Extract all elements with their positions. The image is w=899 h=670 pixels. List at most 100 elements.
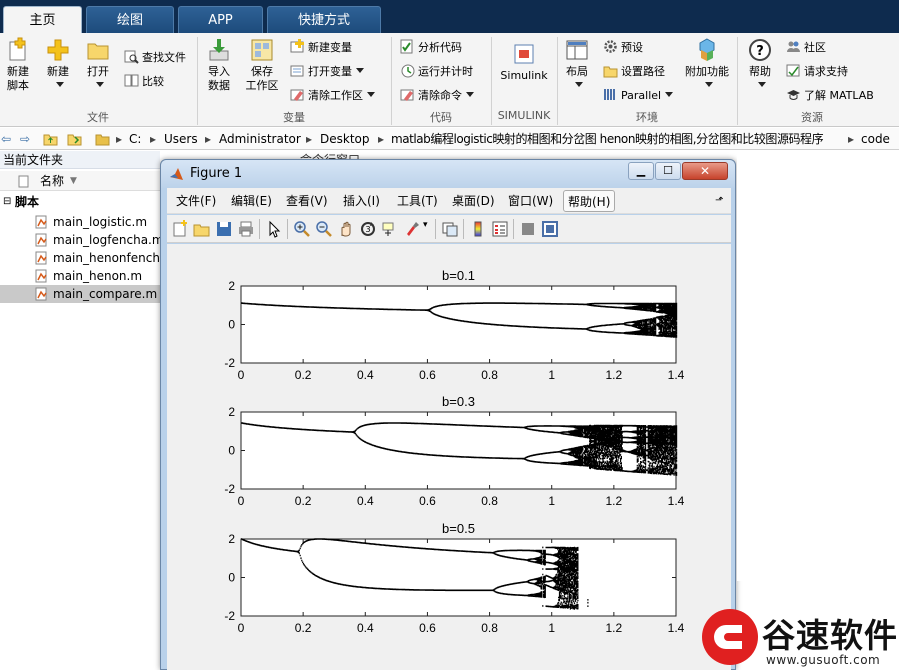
subplots[interactable]: b=0.10 0.2 0.4 0.6 0.8 1 1.2 1.420-2b=0.30 0.2 0.… <box>167 244 731 670</box>
forward-arrow-icon[interactable]: ⇨ <box>20 128 30 150</box>
set-path-button[interactable]: 设置路径 <box>603 62 665 82</box>
address-bar: ⇦ ⇨ ▸ C: ▸ Users ▸ Administrator ▸ Deskt… <box>0 128 899 150</box>
list-item-selected[interactable]: main_compare.m <box>0 285 160 303</box>
clear-workspace-label: 清除工作区 <box>308 89 363 102</box>
menu-view[interactable]: 查看(V) <box>286 190 328 212</box>
list-item[interactable]: main_logistic.m <box>0 213 160 231</box>
clear-commands-button[interactable]: 清除命令 <box>400 86 474 106</box>
breadcrumb-users[interactable]: Users <box>164 128 198 150</box>
import-data-button[interactable]: 导入 数据 <box>203 37 235 93</box>
list-item[interactable]: main_logfencha.m <box>0 231 160 249</box>
new-variable-icon <box>290 39 304 53</box>
x-tick-label: 0.6 <box>419 494 436 508</box>
tab-home[interactable]: 主页 <box>3 6 82 33</box>
menu-tools[interactable]: 工具(T) <box>397 190 438 212</box>
simulink-button[interactable]: Simulink <box>497 41 551 83</box>
menu-edit[interactable]: 编辑(E) <box>231 190 272 212</box>
command-window-area[interactable] <box>737 151 899 581</box>
open-button[interactable]: 打开 <box>83 37 113 93</box>
menu-insert[interactable]: 插入(I) <box>343 190 380 212</box>
breadcrumb-drive[interactable]: C: <box>129 128 141 150</box>
open-variable-button[interactable]: 打开变量 <box>290 62 364 82</box>
breadcrumb-desktop[interactable]: Desktop <box>320 128 370 150</box>
figure-canvas[interactable]: b=0.1 0 0.2 0.4 0.6 0.8 1 1.2 1.4 2 0 -2 b=0.3 0 0.2 0.… <box>167 244 731 670</box>
dock-arrow-icon[interactable]: ⬏ <box>715 190 723 212</box>
sort-down-icon[interactable]: ▼ <box>70 171 77 191</box>
analyze-code-button[interactable]: 分析代码 <box>400 38 462 58</box>
rotate-icon[interactable]: 3 <box>359 220 377 238</box>
request-support-button[interactable]: 请求支持 <box>786 62 848 82</box>
menu-help[interactable]: 帮助(H) <box>563 190 616 212</box>
tab-apps[interactable]: APP <box>178 6 263 33</box>
minimize-button[interactable]: ▁ <box>628 162 654 180</box>
preferences-button[interactable]: 预设 <box>603 38 643 58</box>
chevron-down-icon <box>96 82 104 87</box>
zoom-in-icon[interactable] <box>293 220 311 238</box>
close-button[interactable]: ✕ <box>682 162 728 180</box>
new-figure-icon[interactable] <box>171 220 189 238</box>
show-plot-tools-icon[interactable] <box>541 220 559 238</box>
subplot-title: b=0.3 <box>442 394 475 409</box>
tab-plots[interactable]: 绘图 <box>86 6 174 33</box>
new-variable-button[interactable]: 新建变量 <box>290 38 352 58</box>
pointer-icon[interactable] <box>265 220 283 238</box>
run-and-time-button[interactable]: 运行并计时 <box>400 62 473 82</box>
watermark: 谷速软件 www.gusuoft.com <box>700 605 899 670</box>
layout-button[interactable]: 布局 <box>562 37 592 93</box>
up-folder-icon[interactable] <box>43 132 58 146</box>
subplot-title: b=0.5 <box>442 521 475 536</box>
file-name: main_henonfencha.m <box>53 251 160 265</box>
add-ons-button[interactable]: 附加功能 <box>683 37 731 93</box>
m-file-icon <box>35 233 47 247</box>
back-arrow-icon[interactable]: ⇦ <box>1 128 11 150</box>
menu-desktop[interactable]: 桌面(D) <box>452 190 495 212</box>
clear-workspace-button[interactable]: 清除工作区 <box>290 86 375 106</box>
breadcrumb-administrator[interactable]: Administrator <box>219 128 301 150</box>
file-name: main_logfencha.m <box>53 233 160 247</box>
menu-window[interactable]: 窗口(W) <box>508 190 553 212</box>
new-button[interactable]: 新建 <box>42 37 74 93</box>
learn-matlab-button[interactable]: 了解 MATLAB <box>786 86 874 106</box>
folder-icon <box>87 43 109 60</box>
pan-icon[interactable] <box>337 220 355 238</box>
y-tick-label: -2 <box>224 356 235 370</box>
legend-icon[interactable] <box>491 220 509 238</box>
community-button[interactable]: 社区 <box>786 38 826 58</box>
colorbar-icon[interactable] <box>469 220 487 238</box>
x-tick-label: 0.4 <box>357 368 374 382</box>
hide-plot-tools-icon[interactable] <box>519 220 537 238</box>
chevron-down-icon <box>665 92 674 97</box>
help-button[interactable]: ? 帮助 <box>743 37 777 93</box>
brush-icon[interactable] <box>403 220 421 238</box>
open-variable-label: 打开变量 <box>308 65 352 78</box>
parallel-label: Parallel <box>621 89 662 102</box>
data-cursor-icon[interactable] <box>381 220 399 238</box>
list-item[interactable]: main_henon.m <box>0 267 160 285</box>
figure-window[interactable]: Figure 1 ▁ ☐ ✕ 文件(F) 编辑(E) 查看(V) 插入(I) 工… <box>160 159 736 670</box>
maximize-button[interactable]: ☐ <box>655 162 681 180</box>
find-files-button[interactable]: 查找文件 <box>124 48 186 68</box>
list-item[interactable]: main_henonfencha.m <box>0 249 160 267</box>
save-icon[interactable] <box>215 220 233 238</box>
breadcrumb-code[interactable]: code <box>861 128 890 150</box>
chevron-down-icon[interactable]: ▾ <box>423 220 428 230</box>
new-script-button[interactable]: 新建 脚本 <box>3 37 33 93</box>
figure-titlebar[interactable]: Figure 1 ▁ ☐ ✕ <box>161 160 735 188</box>
menu-file[interactable]: 文件(F) <box>176 190 216 212</box>
browse-folder-icon[interactable] <box>67 132 82 146</box>
parallel-button[interactable]: Parallel <box>603 86 674 106</box>
link-icon[interactable] <box>441 220 459 238</box>
open-file-icon[interactable] <box>193 220 211 238</box>
divider <box>435 219 436 239</box>
print-icon[interactable] <box>237 220 255 238</box>
save-workspace-button[interactable]: 保存 工作区 <box>242 37 282 93</box>
compare-button[interactable]: 比较 <box>124 72 164 92</box>
y-tick-label: 2 <box>228 532 235 546</box>
tree-group-label: 脚本 <box>15 195 40 209</box>
tab-shortcuts[interactable]: 快捷方式 <box>267 6 381 33</box>
tree-group-scripts[interactable]: ⊟ 脚本 <box>0 193 160 211</box>
collapse-icon[interactable]: ⊟ <box>3 193 11 211</box>
column-header[interactable]: 名称 ▼ <box>0 171 160 191</box>
breadcrumb-project-folder[interactable]: matlab编程logistic映射的相图和分岔图 henon映射的相图,分岔图… <box>391 128 824 150</box>
zoom-out-icon[interactable] <box>315 220 333 238</box>
